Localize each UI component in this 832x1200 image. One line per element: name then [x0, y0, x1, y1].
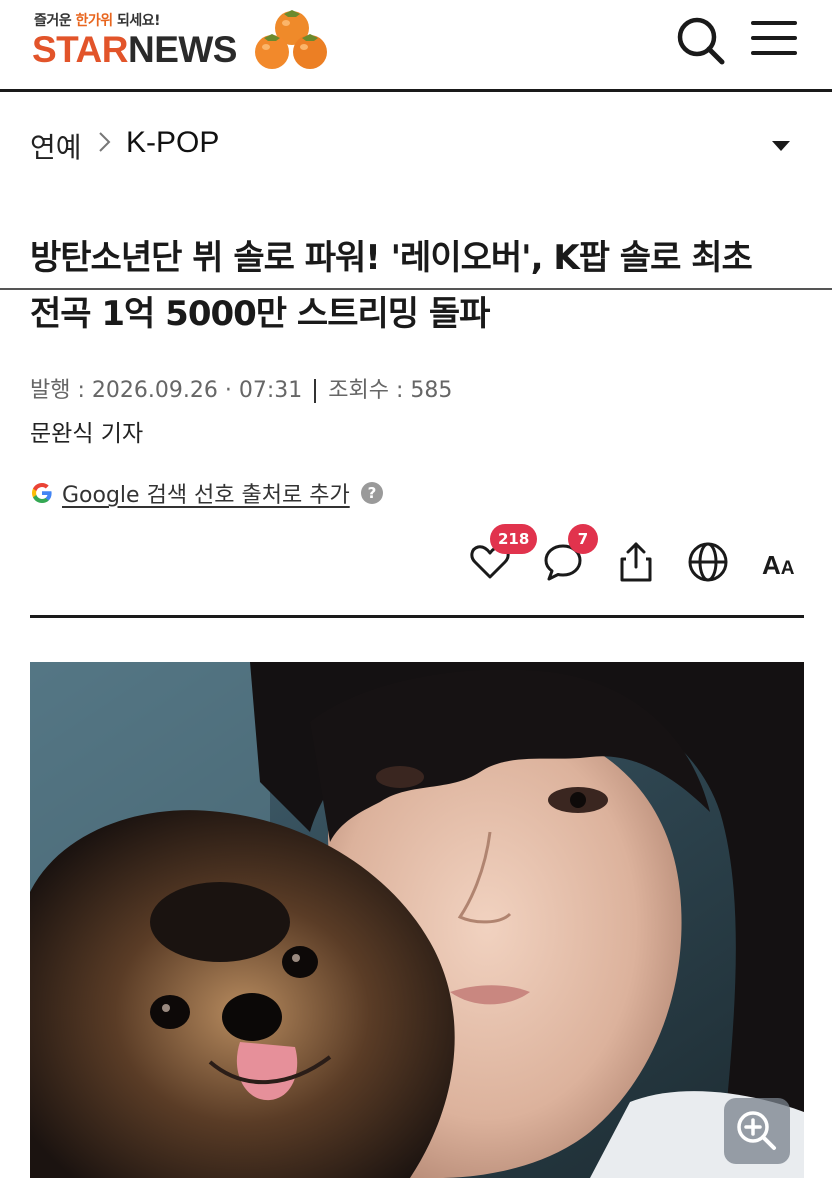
share-button[interactable] [614, 540, 658, 584]
article-action-bar: 218 7 AA [0, 520, 832, 600]
comment-count-badge: 7 [568, 524, 598, 554]
article-title-line1: 방탄소년단 뷔 솔로 파워! '레이오버', K팝 솔로 최초 [30, 238, 753, 278]
logo-tagline: 즐거운 한가위 되세요! [34, 13, 161, 29]
article-photo-image [30, 662, 804, 1178]
chevron-right-icon [99, 132, 111, 152]
font-size-button[interactable]: AA [762, 550, 795, 581]
zoom-in-button[interactable] [724, 1098, 790, 1164]
google-preferred-source-link[interactable]: Google 검색 선호 출처로 추가 ? [30, 478, 384, 508]
meta-divider [314, 379, 317, 403]
action-bar-divider [30, 615, 804, 618]
svg-text:?: ? [367, 484, 376, 502]
publish-date: 발행 : 2026.09.26 · 07:31 [30, 378, 303, 403]
share-icon [620, 542, 652, 582]
globe-icon [688, 542, 728, 582]
breadcrumb-section[interactable]: 연예 [30, 126, 82, 166]
breadcrumb-subsection[interactable]: K-POP [126, 126, 219, 160]
breadcrumb: 연예 K-POP [0, 92, 832, 290]
google-preferred-source-label: Google 검색 선호 출처로 추가 [62, 483, 350, 508]
hamburger-menu-icon[interactable] [748, 14, 800, 66]
language-button[interactable] [686, 540, 730, 584]
article-title-line2: 전곡 1억 5000만 스트리밍 돌파 [30, 294, 490, 334]
help-question-icon[interactable]: ? [360, 481, 384, 505]
article-photo[interactable] [30, 662, 804, 1178]
starnews-logo[interactable]: 즐거운 한가위 되세요! STARNEWS [32, 8, 332, 78]
site-header: 즐거운 한가위 되세요! STARNEWS [0, 0, 832, 92]
zoom-in-icon [737, 1111, 776, 1150]
article-meta: 발행 : 2026.09.26 · 07:31 조회수 : 585 [30, 372, 452, 404]
search-icon[interactable] [672, 12, 728, 68]
google-icon [32, 483, 52, 503]
persimmon-icon [255, 10, 327, 69]
caret-down-icon[interactable] [770, 139, 792, 153]
view-count: 조회수 : 585 [328, 378, 453, 403]
like-count-badge: 218 [490, 524, 538, 554]
reporter-name[interactable]: 문완식 기자 [30, 414, 143, 448]
article-title: 방탄소년단 뷔 솔로 파워! '레이오버', K팝 솔로 최초 전곡 1억 50… [30, 230, 810, 342]
logo-wordmark: STARNEWS [32, 29, 237, 70]
